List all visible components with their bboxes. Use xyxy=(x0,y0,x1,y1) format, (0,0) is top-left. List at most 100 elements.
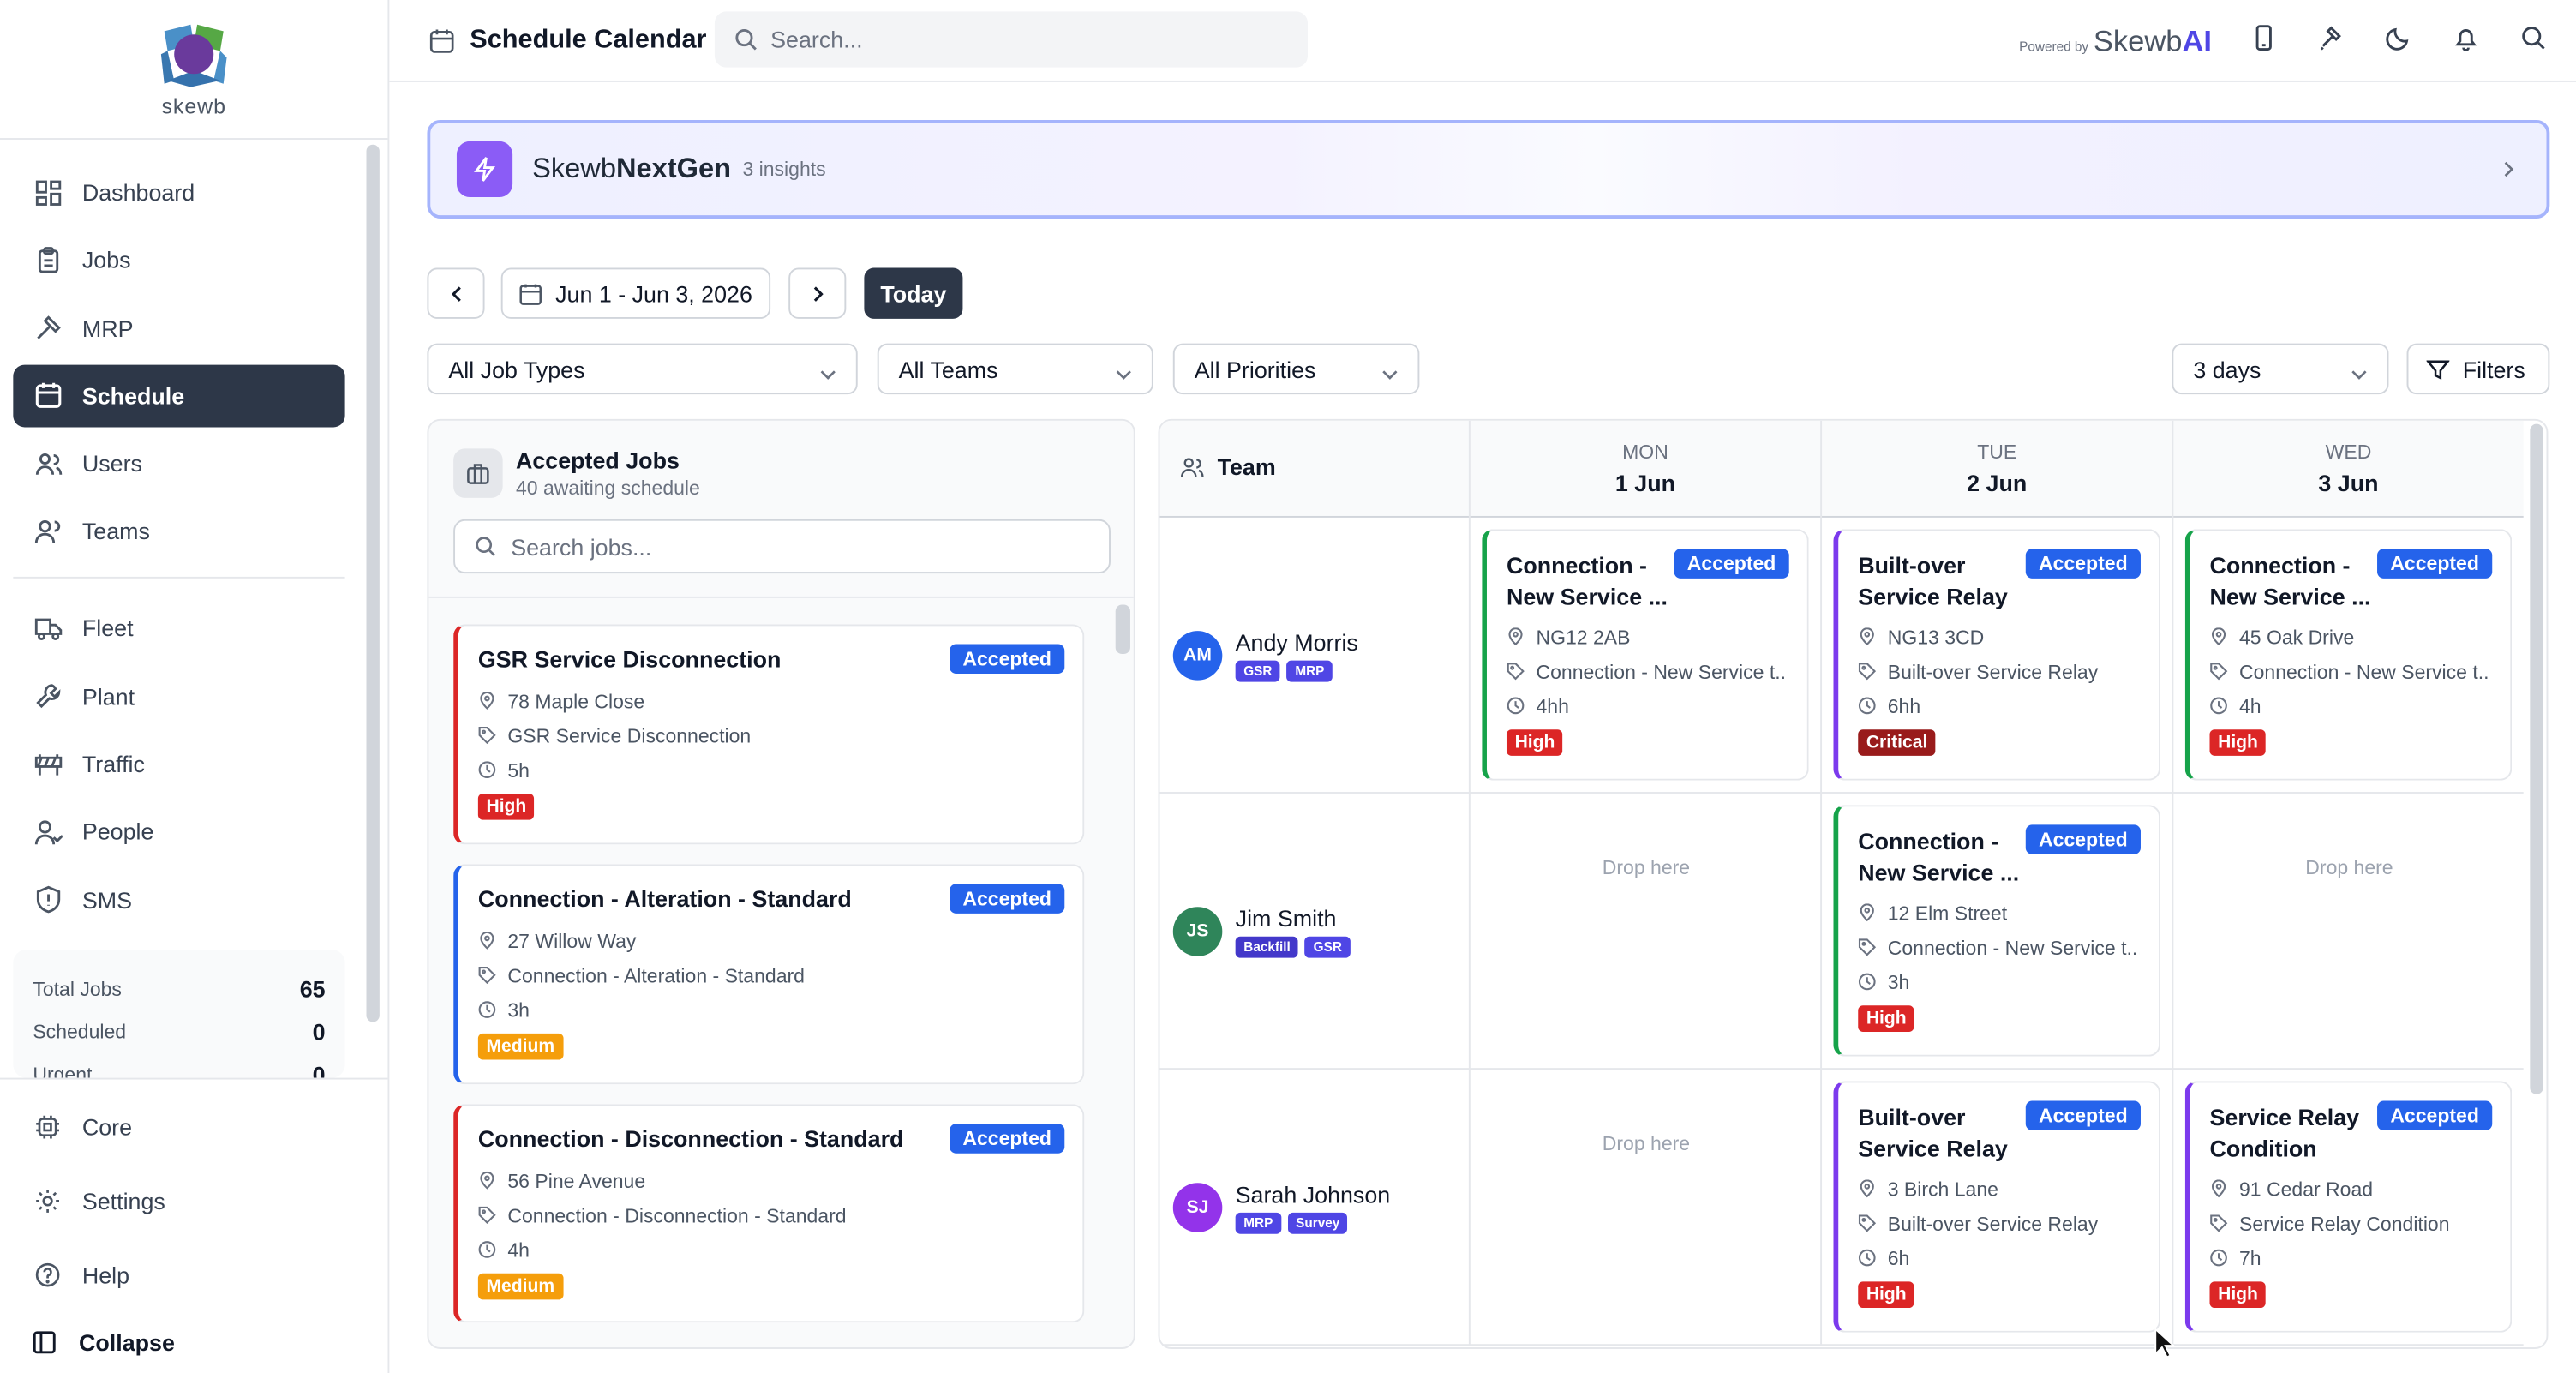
calendar-cell[interactable]: Connection - New Service ... Accepted NG12… xyxy=(1468,517,1820,794)
job-address: 78 Maple Close xyxy=(478,688,1063,713)
scheduled-job-card[interactable]: Service Relay Condition Accepted 91 Cedar … xyxy=(2184,1081,2513,1333)
sidebar-item-mrp[interactable]: MRP xyxy=(13,297,344,359)
job-card[interactable]: Connection - Alteration - Standard Accept… xyxy=(453,864,1085,1085)
job-title: Connection - New Service ... xyxy=(1858,828,2020,886)
calendar-cell[interactable]: Service Relay Condition Accepted 91 Cedar … xyxy=(2172,1070,2523,1346)
scheduled-job-card[interactable]: Connection - New Service ... Accepted 45 O… xyxy=(2184,529,2513,781)
avatar: AM xyxy=(1172,631,1223,681)
users-icon xyxy=(33,449,63,479)
job-address: 45 Oak Drive xyxy=(2209,624,2490,649)
calendar-cell[interactable]: Drop here xyxy=(2172,793,2523,1070)
skill-tag: Backfill xyxy=(1235,936,1299,958)
scheduled-job-card[interactable]: Connection - New Service ... Accepted NG12… xyxy=(1482,529,1809,781)
filters-button[interactable]: Filters xyxy=(2406,343,2550,395)
hammer-icon[interactable] xyxy=(2297,23,2364,53)
job-type-text: Connection - New Service t... xyxy=(2239,659,2491,683)
job-address: 91 Cedar Road xyxy=(2209,1177,2490,1202)
sidebar-bottom: Core Settings Help Collapse xyxy=(0,1077,388,1373)
job-card[interactable]: Connection - Disconnection - Standard Acc… xyxy=(453,1104,1085,1323)
day-date: 3 Jun xyxy=(2318,470,2379,496)
location-pin-icon xyxy=(1858,1179,1878,1198)
scheduled-job-card[interactable]: Built-over Service Relay Accepted 3 Birch … xyxy=(1833,1081,2160,1333)
team-member[interactable]: JS Jim Smith Backfill GSR xyxy=(1172,794,1357,1070)
sidebar-item-users[interactable]: Users xyxy=(13,433,344,495)
priority-badge: High xyxy=(1858,1005,1915,1032)
collapse-button[interactable]: Collapse xyxy=(13,1311,344,1373)
brand-logo[interactable]: skewb xyxy=(0,0,388,140)
sidebar-item-jobs[interactable]: Jobs xyxy=(13,229,344,291)
calendar-cell[interactable]: Connection - New Service ... Accepted 12 E… xyxy=(1820,793,2172,1070)
calendar-cell[interactable]: Drop here xyxy=(1468,793,1820,1070)
clock-icon xyxy=(478,1240,498,1258)
users-icon xyxy=(1179,454,1204,479)
member-name: Andy Morris xyxy=(1235,629,1358,656)
sidebar-item-help[interactable]: Help xyxy=(13,1244,344,1306)
sidebar-item-sms[interactable]: SMS xyxy=(13,869,344,932)
sidebar-item-fleet[interactable]: Fleet xyxy=(13,597,344,660)
skill-tags: Backfill GSR xyxy=(1235,936,1357,958)
team-icon xyxy=(33,517,63,547)
bell-icon[interactable] xyxy=(2431,23,2499,53)
calendar-cell[interactable]: Built-over Service Relay Accepted 3 Birch … xyxy=(1820,1070,2172,1346)
priority-badge: Medium xyxy=(477,1273,563,1300)
job-types-select[interactable]: All Job Types xyxy=(427,343,858,395)
team-member[interactable]: SJ Sarah Johnson MRP Survey xyxy=(1172,1070,1390,1346)
wrench-icon xyxy=(33,681,63,711)
sidebar-item-people[interactable]: People xyxy=(13,800,344,863)
next-range-button[interactable] xyxy=(788,267,847,319)
calendar-cell[interactable]: Built-over Service Relay Accepted NG13 3CD… xyxy=(1820,517,2172,794)
calendar-cell[interactable]: Drop here xyxy=(1468,1070,1820,1346)
banner-title-prefix: Skewb xyxy=(532,153,616,184)
sidebar-item-core[interactable]: Core xyxy=(13,1096,344,1159)
job-duration-text: 3h xyxy=(507,998,530,1022)
calendar-cell[interactable]: Connection - New Service ... Accepted 45 O… xyxy=(2172,517,2523,794)
jobs-panel-subtitle: 40 awaiting schedule xyxy=(515,476,700,500)
powered-by-logo: Powered by Skewb AI xyxy=(2019,25,2212,59)
jobs-search-input[interactable]: Search jobs... xyxy=(453,519,1111,574)
page-title-text: Schedule Calendar xyxy=(470,25,707,54)
sidebar-item-traffic[interactable]: Traffic xyxy=(13,733,344,795)
teams-select[interactable]: All Teams xyxy=(877,343,1153,395)
sidebar-item-plant[interactable]: Plant xyxy=(13,665,344,728)
sidebar-item-schedule[interactable]: Schedule xyxy=(13,364,345,428)
calendar-header: Team MON 1 Jun TUE 2 Jun WED 3 Jun xyxy=(1159,420,2524,518)
filters-label: Filters xyxy=(2462,356,2525,382)
status-badge: Accepted xyxy=(2376,549,2493,579)
search-icon xyxy=(734,28,758,51)
calendar-scrollbar[interactable] xyxy=(2530,423,2543,1094)
search-icon[interactable] xyxy=(2499,23,2567,53)
mobile-icon[interactable] xyxy=(2230,23,2297,53)
location-pin-icon xyxy=(2209,1179,2229,1198)
sidebar-item-label: MRP xyxy=(81,315,134,341)
date-range-picker[interactable]: Jun 1 - Jun 3, 2026 xyxy=(500,267,771,319)
priority-badge: High xyxy=(477,793,535,820)
sidebar-item-settings[interactable]: Settings xyxy=(13,1170,344,1232)
sidebar-item-teams[interactable]: Teams xyxy=(13,501,344,563)
calendar-icon xyxy=(428,27,455,54)
priorities-select[interactable]: All Priorities xyxy=(1172,343,1420,395)
team-member[interactable]: AM Andy Morris GSR MRP xyxy=(1172,518,1358,794)
job-type-text: Built-over Service Relay xyxy=(1887,659,2099,683)
prev-range-button[interactable] xyxy=(427,267,485,319)
scheduled-job-card[interactable]: Built-over Service Relay Accepted NG13 3CD… xyxy=(1833,529,2160,781)
status-badge: Accepted xyxy=(2025,549,2141,579)
jobs-scrollbar[interactable] xyxy=(1115,604,1130,655)
skewb-logo-icon xyxy=(158,21,230,90)
moon-icon[interactable] xyxy=(2364,23,2432,53)
job-card[interactable]: GSR Service Disconnection Accepted 78 Mapl… xyxy=(453,624,1085,845)
sidebar-item-dashboard[interactable]: Dashboard xyxy=(13,161,344,224)
stat-value: 65 xyxy=(299,975,326,1003)
nextgen-insights-banner[interactable]: SkewbNextGen 3 insights xyxy=(427,119,2550,219)
job-type-text: Service Relay Condition xyxy=(2239,1211,2450,1235)
collapse-icon xyxy=(30,1328,60,1358)
today-button[interactable]: Today xyxy=(864,267,963,319)
team-member-row: SJ Sarah Johnson MRP Survey Drop here Built-o… xyxy=(1159,1070,2524,1346)
job-title: Built-over Service Relay xyxy=(1858,552,2008,610)
sidebar-item-label: SMS xyxy=(81,886,133,914)
chevron-down-icon xyxy=(1381,362,1398,388)
days-select[interactable]: 3 days xyxy=(2172,343,2389,395)
sidebar-scrollbar[interactable] xyxy=(366,144,380,1022)
global-search-input[interactable]: Search... xyxy=(714,11,1309,68)
scheduled-job-card[interactable]: Connection - New Service ... Accepted 12 E… xyxy=(1833,805,2160,1057)
job-duration-text: 4h xyxy=(2239,693,2261,717)
